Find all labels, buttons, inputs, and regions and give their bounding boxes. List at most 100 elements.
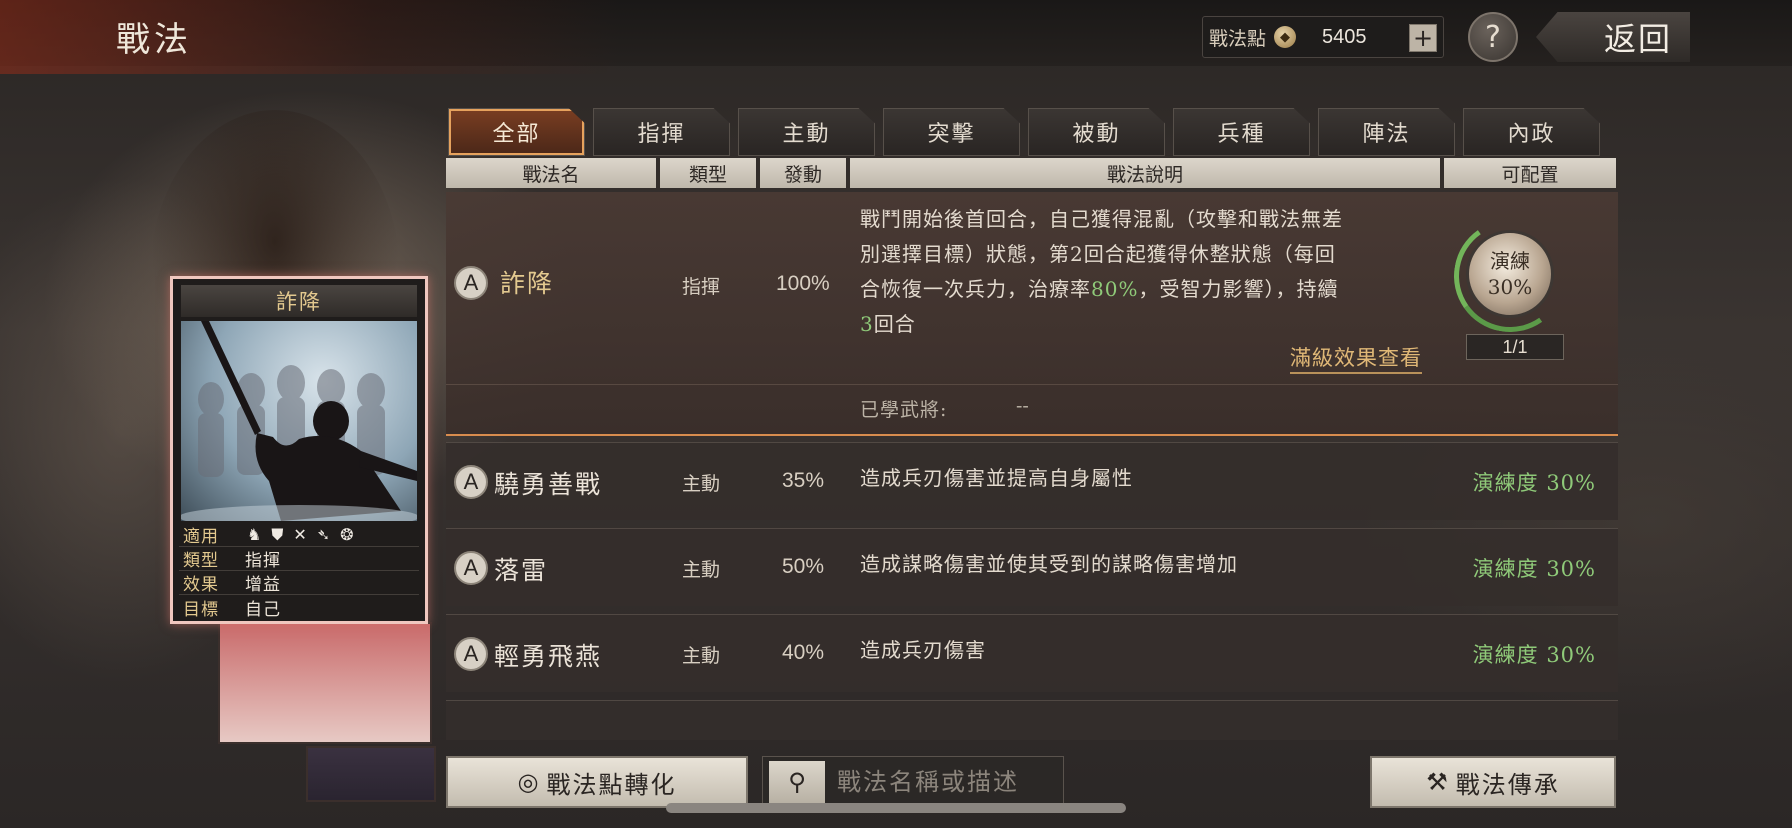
tactic-points-icon: ◆ bbox=[1274, 26, 1297, 48]
description-text: 回合 bbox=[873, 312, 916, 336]
warrior-silhouette-icon bbox=[181, 321, 417, 521]
tactic-points-label: 戰法點 bbox=[1209, 27, 1267, 50]
tactic-list: A 詐降 指揮 100% 戰鬥開始後首回合，自己獲得混亂（攻擊和戰法無差 別選擇… bbox=[446, 192, 1618, 740]
learned-generals-value: -- bbox=[1016, 395, 1029, 417]
practice-progress: 演練度 30% bbox=[1472, 557, 1596, 581]
tactic-type: 主動 bbox=[682, 559, 721, 581]
tab-passive[interactable]: 被動 bbox=[1028, 108, 1165, 156]
wheel-icon: ❂ bbox=[340, 524, 354, 544]
learned-generals-label: 已學武將: bbox=[860, 399, 948, 421]
page-title: 戰法 bbox=[116, 20, 192, 60]
tactic-points-box: 戰法點 ◆ 5405 + bbox=[1202, 16, 1444, 58]
tactic-name: 輕勇飛燕 bbox=[494, 642, 603, 671]
card-stats: 適用 ♞ ⛊ ✕ ➴ ❂ 類型 指揮 效果 增益 目標 自己 bbox=[179, 523, 419, 620]
card-stat-value: 自己 bbox=[245, 599, 281, 620]
card-stat-applicable: 適用 ♞ ⛊ ✕ ➴ ❂ bbox=[179, 523, 419, 547]
tab-active[interactable]: 主動 bbox=[738, 108, 875, 156]
tab-assault[interactable]: 突擊 bbox=[883, 108, 1020, 156]
tactic-card[interactable]: 詐降 適用 ♞ ⛊ ✕ ➴ ❂ 類型 指揮 效果 增益 目標 自己 bbox=[170, 276, 428, 624]
tactic-rate: 40% bbox=[782, 641, 825, 664]
tactic-card-back[interactable] bbox=[306, 746, 436, 802]
tab-command[interactable]: 指揮 bbox=[593, 108, 730, 156]
bow-icon: ✕ bbox=[293, 524, 307, 544]
practice-medal[interactable]: 演練 30% bbox=[1466, 230, 1554, 318]
card-stat-key: 適用 bbox=[183, 527, 219, 547]
column-header-description: 戰法說明 bbox=[850, 158, 1440, 188]
help-button[interactable]: ? bbox=[1468, 12, 1518, 62]
tactic-description: 造成謀略傷害並使其受到的謀略傷害增加 bbox=[860, 552, 1238, 576]
tab-formation[interactable]: 陣法 bbox=[1318, 108, 1455, 156]
table-header: 戰法名 類型 發動 戰法說明 可配置 bbox=[446, 158, 1620, 188]
back-button[interactable]: 返回 bbox=[1536, 12, 1690, 62]
tactic-name: 落雷 bbox=[494, 556, 549, 585]
tactic-description: 造成兵刃傷害並提高自身屬性 bbox=[860, 466, 1133, 490]
grade-badge: A bbox=[454, 637, 488, 671]
tactic-row-expanded[interactable]: A 詐降 指揮 100% 戰鬥開始後首回合，自己獲得混亂（攻擊和戰法無差 別選擇… bbox=[446, 192, 1618, 436]
practice-progress: 演練度 30% bbox=[1472, 471, 1596, 495]
inherit-tactic-button[interactable]: ⚒ 戰法傳承 bbox=[1370, 756, 1616, 808]
full-effect-link[interactable]: 滿級效果查看 bbox=[1290, 342, 1422, 374]
card-stat-key: 目標 bbox=[183, 599, 219, 620]
duration-value: 3 bbox=[860, 312, 874, 336]
hammer-icon: ⚒ bbox=[1426, 768, 1450, 796]
card-illustration bbox=[181, 321, 417, 521]
grade-badge: A bbox=[454, 465, 488, 499]
column-header-rate: 發動 bbox=[760, 158, 846, 188]
tactic-name: 驍勇善戰 bbox=[494, 470, 603, 499]
convert-points-label: 戰法點轉化 bbox=[546, 770, 677, 799]
spear-icon: ➴ bbox=[316, 524, 331, 544]
column-header-name: 戰法名 bbox=[446, 158, 656, 188]
tactic-type: 主動 bbox=[682, 645, 721, 667]
divider bbox=[446, 384, 1618, 385]
tactic-type: 指揮 bbox=[682, 276, 721, 298]
column-header-type: 類型 bbox=[660, 158, 756, 188]
card-title: 詐降 bbox=[181, 285, 417, 317]
description-line: 戰鬥開始後首回合，自己獲得混亂（攻擊和戰法無差 bbox=[860, 207, 1343, 231]
tactic-card-back[interactable] bbox=[218, 622, 432, 744]
shield-icon: ⛊ bbox=[271, 524, 284, 544]
card-stat-effect: 效果 增益 bbox=[179, 571, 419, 595]
convert-points-button[interactable]: ◎ 戰法點轉化 bbox=[446, 756, 748, 808]
tactic-rate: 100% bbox=[776, 272, 830, 295]
card-stat-type: 類型 指揮 bbox=[179, 547, 419, 571]
description-line: 別選擇目標）狀態，第2回合起獲得休整狀態（每回 bbox=[860, 242, 1336, 266]
tab-troop[interactable]: 兵種 bbox=[1173, 108, 1310, 156]
description-text: ，受智力影響），持續 bbox=[1138, 277, 1339, 301]
tactic-rate: 50% bbox=[782, 555, 825, 578]
tactic-row[interactable]: A 輕勇飛燕 主動 40% 造成兵刃傷害 演練度 30% bbox=[446, 614, 1618, 692]
top-bar-glow bbox=[0, 0, 620, 74]
column-header-configurable: 可配置 bbox=[1444, 158, 1616, 188]
convert-icon: ◎ bbox=[517, 768, 541, 796]
card-stat-value: 增益 bbox=[245, 575, 281, 595]
practice-percent: 30% bbox=[1487, 275, 1533, 299]
tab-internal[interactable]: 內政 bbox=[1463, 108, 1600, 156]
description-line: 3回合 bbox=[860, 307, 1343, 342]
card-stat-key: 效果 bbox=[183, 575, 219, 595]
category-tabs: 全部 指揮 主動 突擊 被動 兵種 陣法 內政 bbox=[448, 108, 1608, 156]
tactic-points-value: 5405 bbox=[1322, 25, 1367, 48]
tactic-type: 主動 bbox=[682, 473, 721, 495]
cavalry-icon: ♞ bbox=[247, 524, 262, 544]
tactic-row[interactable]: A 落雷 主動 50% 造成謀略傷害並使其受到的謀略傷害增加 演練度 30% bbox=[446, 528, 1618, 606]
tactic-rate: 35% bbox=[782, 469, 825, 492]
tactic-description: 戰鬥開始後首回合，自己獲得混亂（攻擊和戰法無差 別選擇目標）狀態，第2回合起獲得… bbox=[860, 202, 1343, 342]
tactic-row[interactable]: A 驍勇善戰 主動 35% 造成兵刃傷害並提高自身屬性 演練度 30% bbox=[446, 442, 1618, 520]
search-icon[interactable]: ⚲ bbox=[769, 761, 825, 803]
description-line: 合恢復一次兵力，治療率80%，受智力影響），持續 bbox=[860, 272, 1343, 307]
config-count: 1/1 bbox=[1466, 334, 1564, 360]
tactic-row[interactable] bbox=[446, 700, 1618, 740]
tab-all[interactable]: 全部 bbox=[448, 108, 585, 156]
card-stat-value: 指揮 bbox=[245, 551, 281, 571]
add-points-button[interactable]: + bbox=[1409, 24, 1437, 52]
practice-label: 演練 bbox=[1490, 249, 1530, 273]
card-stat-key: 類型 bbox=[183, 551, 219, 571]
grade-badge: A bbox=[454, 551, 488, 585]
card-stat-target: 目標 自己 bbox=[179, 595, 419, 620]
tactic-description: 造成兵刃傷害 bbox=[860, 638, 986, 662]
description-text: 合恢復一次兵力，治療率 bbox=[860, 277, 1091, 301]
search-input[interactable] bbox=[837, 768, 1057, 796]
unit-icons: ♞ ⛊ ✕ ➴ ❂ bbox=[239, 525, 354, 545]
heal-rate-value: 80% bbox=[1091, 277, 1139, 301]
practice-progress: 演練度 30% bbox=[1472, 643, 1596, 667]
home-indicator[interactable] bbox=[666, 803, 1126, 813]
